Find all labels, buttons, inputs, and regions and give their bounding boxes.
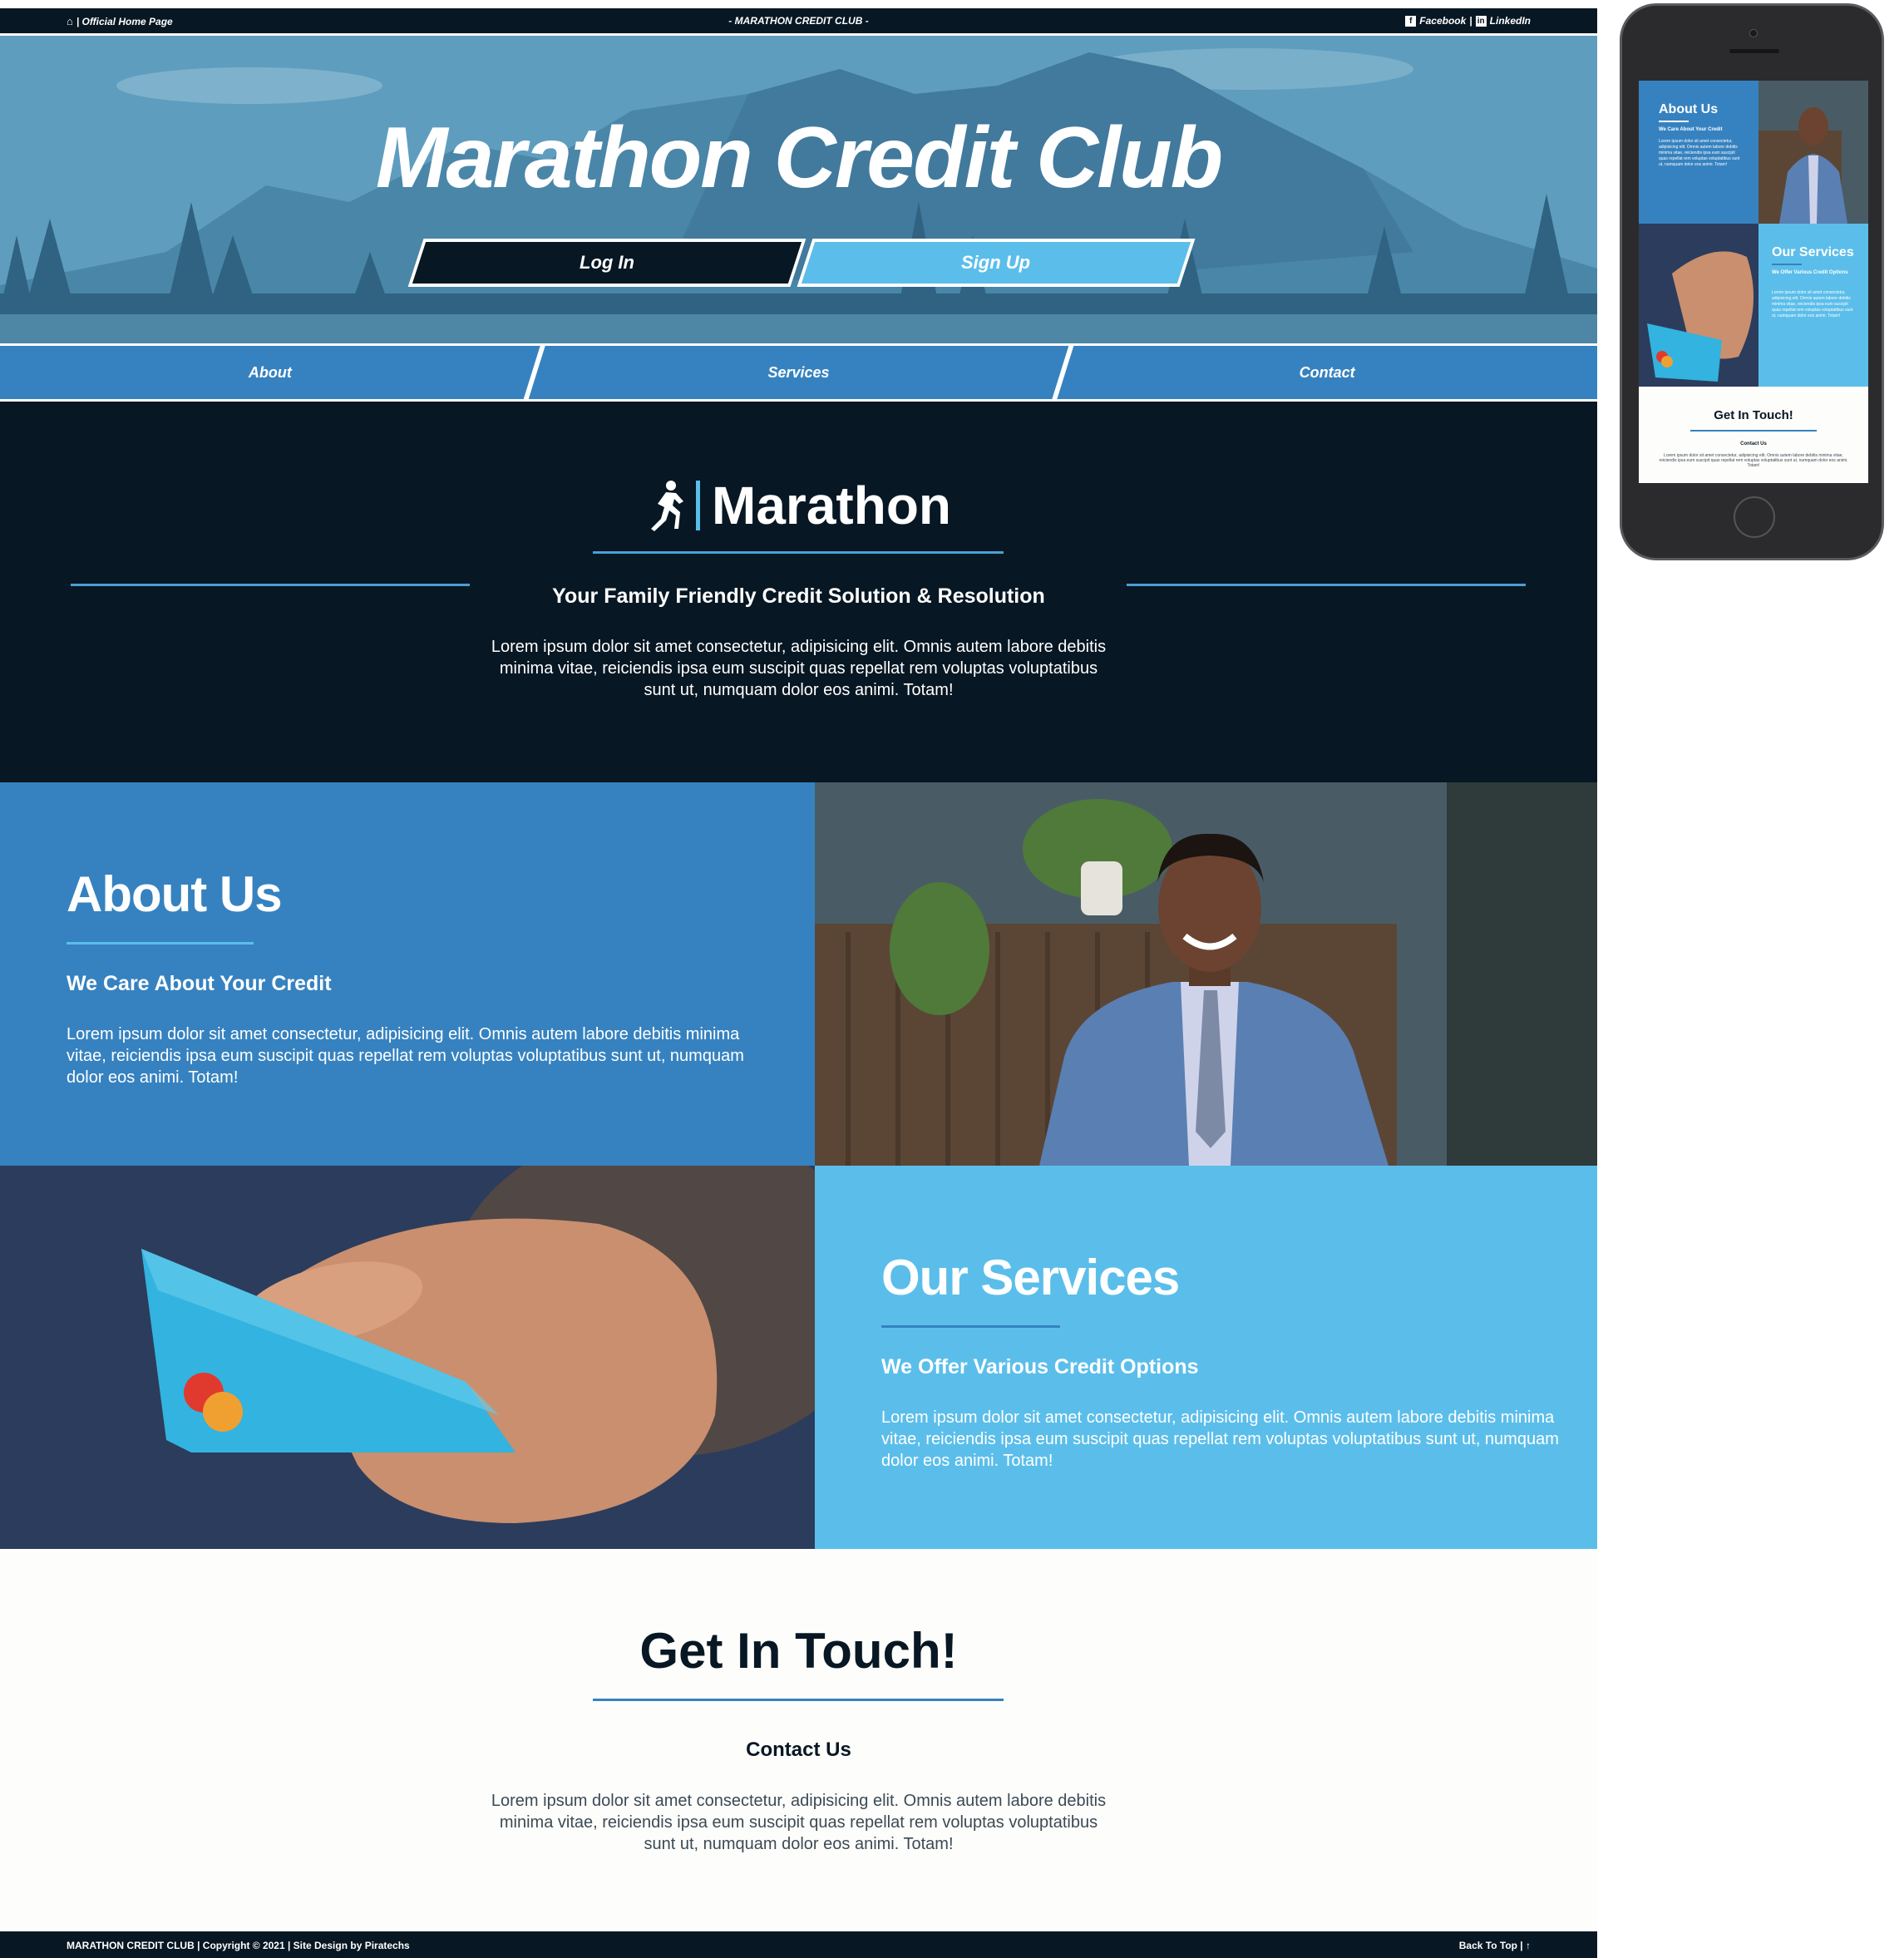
mobile-about-body: Lorem ipsum dolor sit amet consectetur, … bbox=[1659, 139, 1740, 167]
mobile-contact-title: Get In Touch! bbox=[1714, 408, 1793, 422]
intro-body: Lorem ipsum dolor sit amet consectetur, … bbox=[491, 638, 1107, 699]
runner-icon bbox=[651, 481, 683, 531]
contact-section: Get In Touch! Contact Us Lorem ipsum dol… bbox=[0, 1549, 1597, 1940]
social-links: f Facebook | in LinkedIn bbox=[1405, 15, 1531, 27]
about-section: About Us We Care About Your Credit Lorem… bbox=[0, 782, 815, 1166]
contact-title: Get In Touch! bbox=[639, 1623, 958, 1679]
login-button-label: Log In bbox=[580, 252, 634, 273]
footer-copyright: MARATHON CREDIT CLUB | Copyright © 2021 … bbox=[67, 1940, 410, 1951]
mobile-about-subtitle: We Care About Your Credit bbox=[1659, 127, 1723, 132]
mobile-services-section: Our Services We Offer Various Credit Opt… bbox=[1758, 224, 1868, 387]
facebook-icon[interactable]: f bbox=[1405, 15, 1417, 27]
intro-section: Marathon Your Family Friendly Credit Sol… bbox=[0, 402, 1597, 782]
businessman-image bbox=[815, 782, 1597, 1166]
main-nav: About Services Contact bbox=[0, 346, 1598, 399]
services-body: Lorem ipsum dolor sit amet consectetur, … bbox=[881, 1408, 1559, 1470]
linkedin-icon[interactable]: in bbox=[1475, 15, 1487, 27]
mobile-services-title: Our Services bbox=[1772, 245, 1854, 259]
mobile-credit-card-photo bbox=[1639, 224, 1758, 387]
cloud bbox=[116, 67, 382, 104]
mobile-services-body: Lorem ipsum dolor sit amet consectetur, … bbox=[1772, 290, 1853, 318]
credit-card-image bbox=[0, 1166, 815, 1549]
services-section: Our Services We Offer Various Credit Opt… bbox=[815, 1166, 1597, 1549]
phone-mockup: About Us We Care About Your Credit Lorem… bbox=[1620, 3, 1884, 560]
about-title: About Us bbox=[67, 866, 283, 922]
website: ⌂ | Official Home Page - MARATHON CREDIT… bbox=[0, 8, 1598, 1958]
phone-screen: About Us We Care About Your Credit Lorem… bbox=[1639, 81, 1868, 483]
card-logo-orange bbox=[203, 1392, 243, 1432]
services-title: Our Services bbox=[881, 1250, 1180, 1305]
services-underline bbox=[881, 1325, 1060, 1328]
mobile-about-section: About Us We Care About Your Credit Lorem… bbox=[1639, 81, 1758, 224]
mobile-contact-body: Lorem ipsum dolor sit amet consectetur, … bbox=[1659, 453, 1848, 468]
mobile-businessman-photo bbox=[1758, 81, 1868, 224]
page: ⌂ | Official Home Page - MARATHON CREDIT… bbox=[0, 0, 1904, 1958]
brand-logo: Marathon bbox=[0, 475, 1597, 536]
hero-banner: Marathon Credit Club Log In Sign Up bbox=[0, 36, 1597, 343]
businessman-photo bbox=[815, 782, 1597, 1166]
signup-button[interactable]: Sign Up bbox=[797, 239, 1196, 287]
mobile-contact-underline bbox=[1690, 430, 1817, 432]
mobile-services-underline bbox=[1772, 264, 1802, 265]
login-button[interactable]: Log In bbox=[407, 239, 806, 287]
nav-contact[interactable]: Contact bbox=[1057, 346, 1598, 399]
social-separator: | bbox=[1469, 15, 1472, 27]
phone-speaker bbox=[1729, 49, 1779, 53]
signup-button-label: Sign Up bbox=[961, 252, 1031, 273]
phone-camera bbox=[1749, 29, 1758, 37]
contact-body: Lorem ipsum dolor sit amet consectetur, … bbox=[491, 1792, 1107, 1853]
nav-services[interactable]: Services bbox=[529, 346, 1069, 399]
linkedin-link[interactable]: LinkedIn bbox=[1490, 15, 1531, 27]
nav-about[interactable]: About bbox=[0, 346, 540, 399]
intro-tagline: Your Family Friendly Credit Solution & R… bbox=[552, 584, 1045, 608]
top-bar-title: - MARATHON CREDIT CLUB - bbox=[728, 15, 869, 27]
about-subtitle: We Care About Your Credit bbox=[67, 972, 332, 995]
phone-home-button bbox=[1734, 496, 1775, 538]
facebook-link[interactable]: Facebook bbox=[1419, 15, 1466, 27]
wall-right bbox=[1447, 782, 1597, 1166]
brand-name: Marathon bbox=[712, 476, 951, 535]
mobile-about-title: About Us bbox=[1659, 102, 1719, 116]
mobile-contact-subtitle: Contact Us bbox=[1740, 441, 1767, 446]
hero-title: Marathon Credit Club bbox=[375, 110, 1223, 206]
footer: MARATHON CREDIT CLUB | Copyright © 2021 … bbox=[0, 1931, 1597, 1958]
plant-pot bbox=[1081, 861, 1122, 915]
back-to-top-link[interactable]: Back To Top | ↑ bbox=[1459, 1940, 1531, 1951]
mobile-contact-section: Get In Touch! Contact Us Lorem ipsum dol… bbox=[1639, 387, 1868, 483]
mobile-about-underline bbox=[1659, 121, 1689, 122]
mobile-services-subtitle: We Offer Various Credit Options bbox=[1772, 270, 1848, 275]
contact-subtitle: Contact Us bbox=[746, 1739, 851, 1761]
brand-underline bbox=[593, 551, 1004, 554]
brand-divider bbox=[696, 481, 700, 530]
top-bar: ⌂ | Official Home Page - MARATHON CREDIT… bbox=[0, 8, 1597, 33]
contact-underline bbox=[593, 1699, 1004, 1701]
about-underline bbox=[67, 942, 254, 944]
services-subtitle: We Offer Various Credit Options bbox=[881, 1355, 1199, 1378]
credit-card-photo bbox=[0, 1166, 815, 1549]
about-body: Lorem ipsum dolor sit amet consectetur, … bbox=[67, 1025, 744, 1087]
